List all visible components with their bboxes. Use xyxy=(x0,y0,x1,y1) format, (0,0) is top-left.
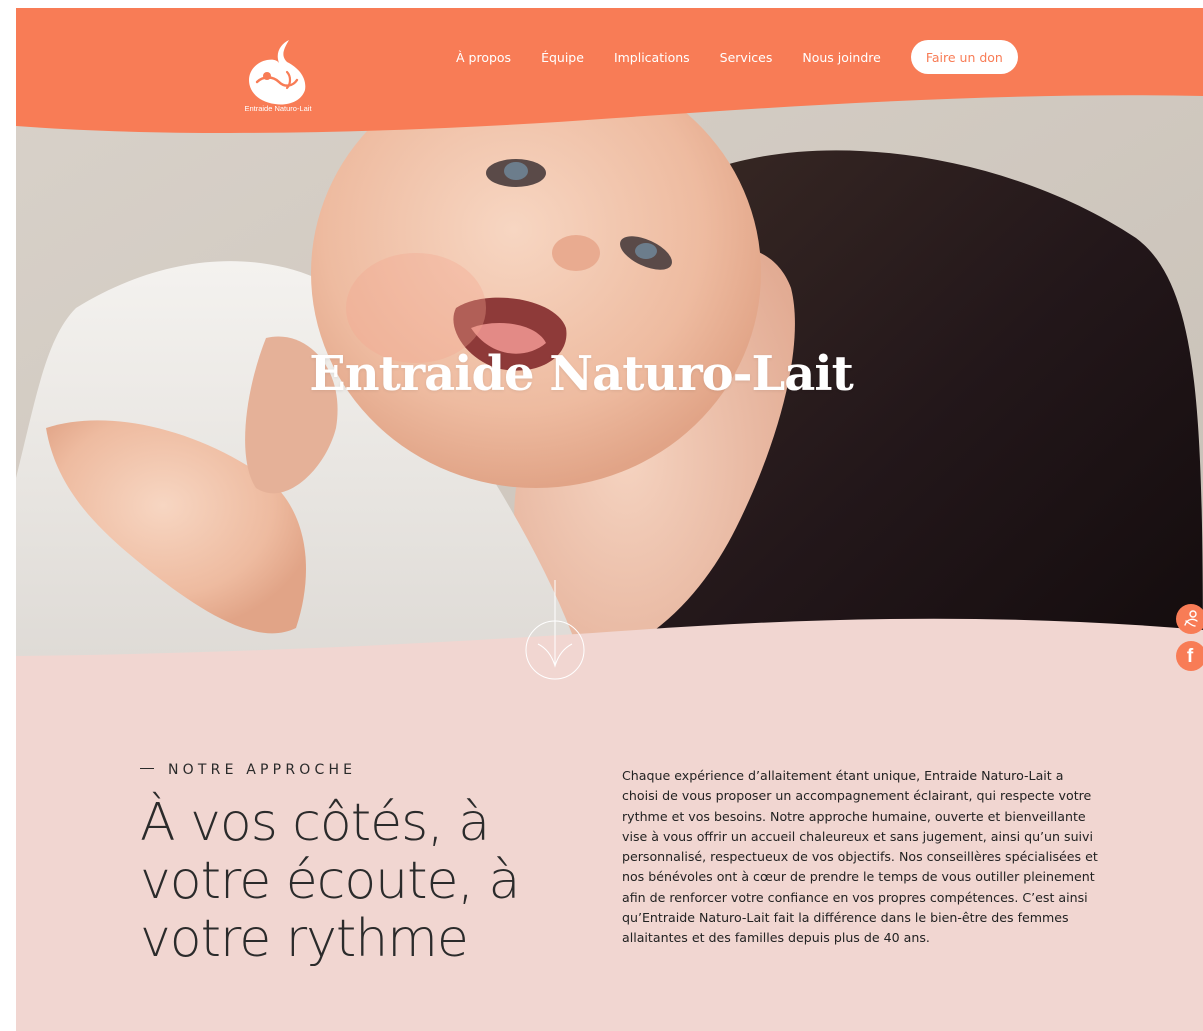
logo-text: Entraide Naturo-Lait xyxy=(244,104,312,113)
header-wave xyxy=(16,8,1203,133)
approach-title: À vos côtés, à votre écoute, à votre ryt… xyxy=(140,793,520,969)
approach-body: Chaque expérience d’allaitement étant un… xyxy=(622,768,1098,946)
facebook-icon: f xyxy=(1186,645,1194,667)
main-nav: À propos Équipe Implications Services No… xyxy=(456,40,1018,74)
eyebrow-dash xyxy=(140,768,154,769)
nav-item-equipe[interactable]: Équipe xyxy=(541,50,584,65)
facebook-button[interactable]: f xyxy=(1176,641,1203,671)
breastfeeding-button[interactable] xyxy=(1176,604,1203,634)
hero-section: Entraide Naturo-Lait À propos Équipe Imp… xyxy=(16,8,1203,708)
site-logo[interactable]: Entraide Naturo-Lait xyxy=(238,38,318,118)
nav-item-implications[interactable]: Implications xyxy=(614,50,690,65)
approach-eyebrow-label: NOTRE APPROCHE xyxy=(168,762,357,778)
breastfeeding-icon xyxy=(1184,610,1198,627)
donate-button[interactable]: Faire un don xyxy=(910,40,1018,74)
page: Entraide Naturo-Lait À propos Équipe Imp… xyxy=(16,8,1203,1031)
mother-baby-drop-icon xyxy=(249,40,306,105)
arrow-down-circle-icon[interactable] xyxy=(524,580,586,682)
hero-bottom-wave xyxy=(16,618,1203,708)
hero-title: Entraide Naturo-Lait xyxy=(309,346,854,402)
approach-eyebrow: NOTRE APPROCHE xyxy=(140,762,356,778)
nav-item-services[interactable]: Services xyxy=(720,50,773,65)
nav-item-a-propos[interactable]: À propos xyxy=(456,50,511,65)
nav-item-nous-joindre[interactable]: Nous joindre xyxy=(802,50,880,65)
